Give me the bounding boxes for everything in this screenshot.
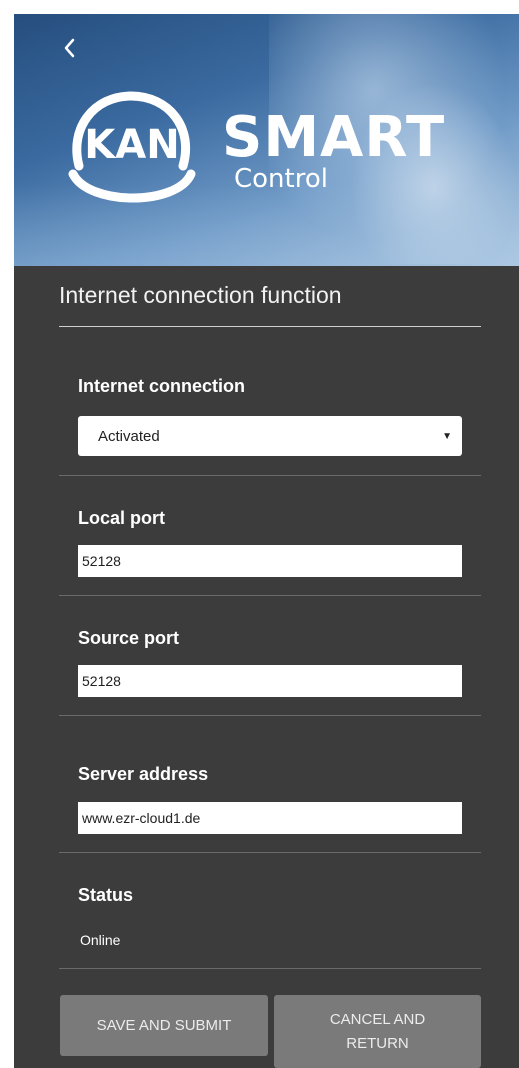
divider [59, 475, 481, 476]
status-value: Online [80, 932, 121, 948]
logo-text: KAN [84, 122, 179, 168]
divider [59, 595, 481, 596]
server-address-label: Server address [78, 764, 209, 784]
cancel-and-return-button[interactable]: CANCEL AND RETURN [274, 995, 481, 1068]
title-divider [59, 326, 481, 327]
internet-connection-label: Internet connection [78, 376, 246, 396]
dropdown-arrow-icon: ▼ [442, 430, 452, 442]
brand-name: SMART [222, 105, 446, 170]
internet-connection-value: Activated [98, 427, 160, 445]
source-port-label: Source port [78, 628, 180, 648]
save-and-submit-button[interactable]: SAVE AND SUBMIT [60, 995, 268, 1056]
divider [59, 968, 481, 969]
local-port-label: Local port [78, 508, 166, 528]
brand: SMART Control [222, 105, 446, 193]
source-port-input[interactable]: 52128 [78, 665, 462, 697]
local-port-input[interactable]: 52128 [78, 545, 462, 577]
kan-logo: KAN [59, 88, 209, 213]
page-title: Internet connection function [59, 282, 342, 308]
divider [59, 715, 481, 716]
status-label: Status [78, 885, 134, 905]
server-address-input[interactable]: www.ezr-cloud1.de [78, 802, 462, 834]
divider [59, 852, 481, 853]
header-banner: KAN SMART Control [14, 14, 519, 266]
settings-panel: Internet connection function Internet co… [14, 266, 519, 1068]
internet-connection-select[interactable]: Activated ▼ [78, 416, 462, 456]
chevron-left-icon [64, 38, 75, 58]
back-button[interactable] [58, 34, 82, 62]
